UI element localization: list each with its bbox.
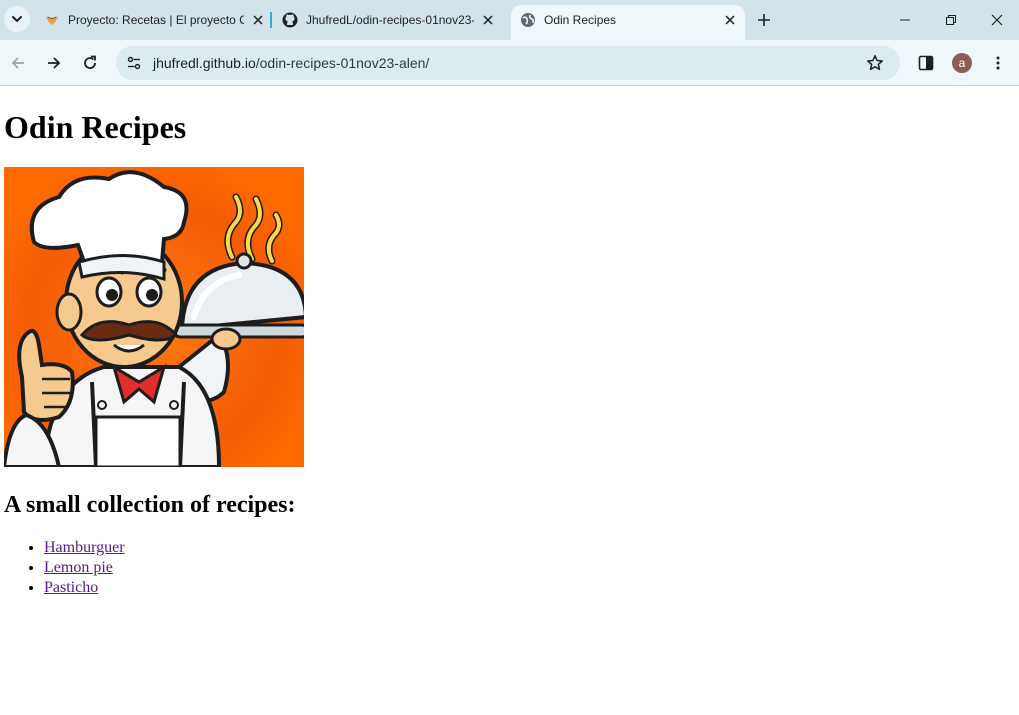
restore-button[interactable] [939, 8, 963, 32]
minimize-icon [900, 19, 910, 21]
section-heading: A small collection of recipes: [4, 492, 296, 518]
page-title: Odin Recipes [4, 109, 187, 145]
arrow-right-icon [48, 57, 61, 69]
tab-odin-recipes[interactable]: Odin Recipes [520, 6, 738, 34]
tab-proyecto-recetas[interactable]: Proyecto: Recetas | El proyecto O [44, 6, 266, 34]
recipe-link-lemon-pie[interactable]: Lemon pie [44, 559, 113, 576]
reload-button[interactable] [78, 51, 102, 75]
chevron-down-icon [12, 16, 22, 22]
menu-button[interactable] [986, 51, 1010, 75]
close-window-button[interactable] [985, 8, 1009, 32]
back-button[interactable] [6, 51, 30, 75]
tab-title: Odin Recipes [544, 13, 617, 27]
address-bar[interactable]: jhufredl.github.io/odin-recipes-01nov23-… [116, 46, 900, 80]
arrow-left-icon [11, 57, 24, 69]
recipe-list: Hamburguer Lemon pie Pasticho [0, 538, 125, 598]
site-info-button[interactable] [122, 51, 146, 75]
tune-icon [127, 56, 141, 70]
close-icon [991, 14, 1003, 26]
tab-search-button[interactable] [4, 6, 30, 32]
tab-title: Proyecto: Recetas | El proyecto O [68, 13, 244, 27]
github-icon [282, 12, 298, 28]
tab-strip: Proyecto: Recetas | El proyecto O Jhufre… [0, 0, 1019, 40]
close-icon[interactable] [722, 12, 738, 28]
list-item: Hamburguer [44, 538, 125, 558]
globe-icon [520, 12, 536, 28]
new-tab-button[interactable] [754, 10, 774, 30]
close-icon[interactable] [250, 12, 266, 28]
list-item: Lemon pie [44, 558, 125, 578]
browser-toolbar: jhufredl.github.io/odin-recipes-01nov23-… [0, 40, 1019, 86]
recipe-link-hamburguer[interactable]: Hamburguer [44, 539, 125, 556]
restore-icon [946, 15, 956, 25]
side-panel-icon [918, 55, 934, 71]
close-icon[interactable] [480, 12, 496, 28]
tab-divider [270, 12, 272, 28]
list-item: Pasticho [44, 578, 125, 598]
minimize-button[interactable] [893, 8, 917, 32]
reload-icon [84, 55, 96, 69]
url-text[interactable]: jhufredl.github.io/odin-recipes-01nov23-… [153, 55, 429, 71]
chef-image [4, 167, 304, 467]
tab-github-repo[interactable]: JhufredL/odin-recipes-01nov23- [282, 6, 496, 34]
profile-avatar[interactable]: a [952, 53, 972, 73]
forward-button[interactable] [42, 51, 66, 75]
recipe-link-pasticho[interactable]: Pasticho [44, 579, 98, 596]
url-path: /odin-recipes-01nov23-alen/ [255, 55, 430, 71]
side-panel-button[interactable] [914, 51, 938, 75]
star-icon [867, 55, 883, 71]
tab-title: JhufredL/odin-recipes-01nov23- [306, 13, 474, 27]
bookmark-button[interactable] [864, 52, 886, 74]
plus-icon [758, 14, 770, 26]
odin-icon [44, 12, 60, 28]
more-vertical-icon [996, 56, 1000, 70]
url-host: jhufredl.github.io [153, 55, 256, 71]
page-content: Odin Recipes A small collection of recip… [0, 87, 1019, 715]
